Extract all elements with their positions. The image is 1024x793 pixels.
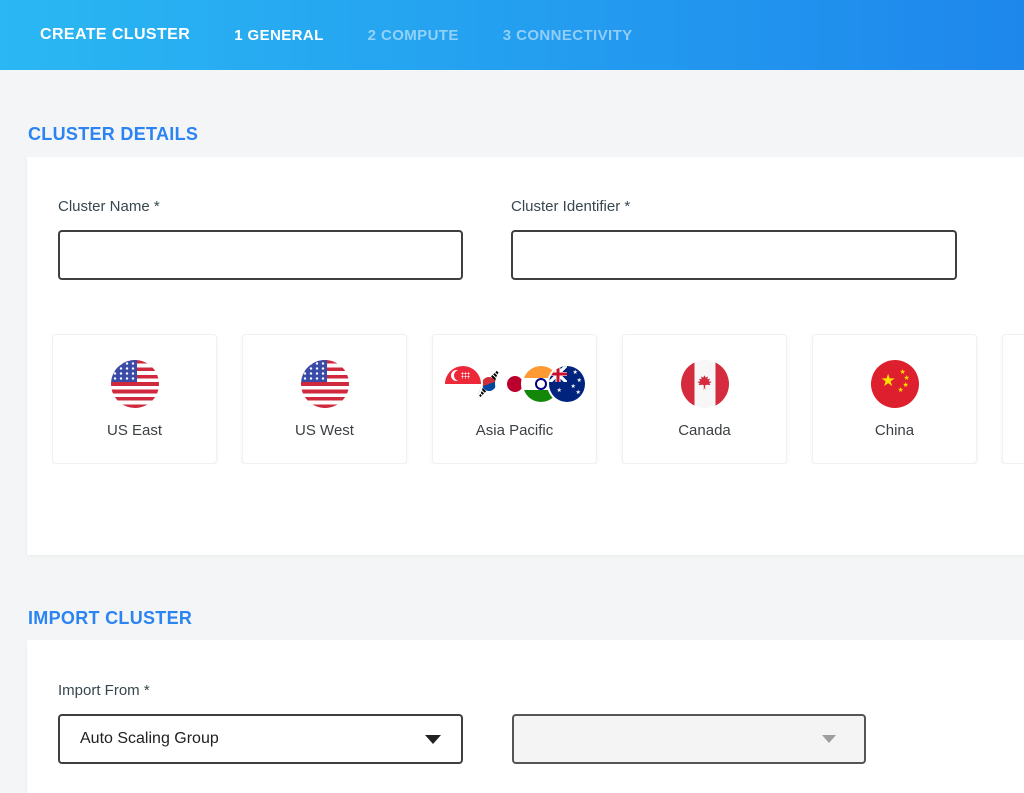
region-card-us-west[interactable]: US West: [242, 334, 407, 464]
chevron-down-icon: [425, 735, 441, 744]
region-label: Canada: [678, 422, 731, 439]
import-cluster-card: Import From * Auto Scaling Group: [27, 640, 1024, 793]
tab-connectivity[interactable]: 3 CONNECTIVITY: [503, 27, 633, 44]
cluster-name-field-group: Cluster Name *: [58, 198, 463, 280]
region-card-asia-pacific[interactable]: Asia Pacific: [432, 334, 597, 464]
cluster-identifier-label: Cluster Identifier *: [511, 198, 957, 215]
wizard-header: CREATE CLUSTER 1 GENERAL 2 COMPUTE 3 CON…: [0, 0, 1024, 70]
cluster-name-label: Cluster Name *: [58, 198, 463, 215]
cluster-name-input[interactable]: [58, 230, 463, 280]
flag-stack: [445, 359, 585, 409]
region-card-china[interactable]: China: [812, 334, 977, 464]
import-from-select[interactable]: Auto Scaling Group: [58, 714, 463, 764]
us-flag-icon: [301, 360, 349, 408]
cluster-details-card: Cluster Name * Cluster Identifier * US E…: [27, 157, 1024, 555]
region-card-partial[interactable]: [1002, 334, 1024, 464]
cluster-identifier-field-group: Cluster Identifier *: [511, 198, 957, 280]
tab-compute[interactable]: 2 COMPUTE: [368, 27, 459, 44]
region-label: China: [875, 422, 914, 439]
import-from-label: Import From *: [58, 640, 1024, 699]
cluster-fields-row: Cluster Name * Cluster Identifier *: [27, 157, 1024, 280]
region-label: US East: [107, 422, 162, 439]
chevron-down-icon: [822, 735, 836, 743]
tab-general[interactable]: 1 GENERAL: [234, 27, 323, 44]
import-selects-row: Auto Scaling Group: [58, 714, 1024, 764]
import-from-selected-value: Auto Scaling Group: [80, 730, 219, 748]
region-card-us-east[interactable]: US East: [52, 334, 217, 464]
cluster-details-heading: CLUSTER DETAILS: [28, 70, 1024, 145]
region-picker: US East US West Asia Pacific Canada Chin…: [52, 334, 1024, 464]
region-cards: US East US West Asia Pacific Canada Chin…: [52, 334, 977, 464]
flag-stack: [681, 359, 729, 409]
singapore-flag-icon: [445, 366, 481, 402]
australia-flag-icon: [549, 366, 585, 402]
flag-stack: [871, 359, 919, 409]
region-card-canada[interactable]: Canada: [622, 334, 787, 464]
flag-stack: [111, 359, 159, 409]
import-source-select[interactable]: [512, 714, 866, 764]
flag-stack: [301, 359, 349, 409]
us-flag-icon: [111, 360, 159, 408]
cluster-identifier-input[interactable]: [511, 230, 957, 280]
import-cluster-heading: IMPORT CLUSTER: [28, 555, 1024, 629]
canada-flag-icon: [681, 360, 729, 408]
wizard-title: CREATE CLUSTER: [40, 26, 190, 44]
china-flag-icon: [871, 360, 919, 408]
region-label: US West: [295, 422, 354, 439]
region-label: Asia Pacific: [476, 422, 554, 439]
